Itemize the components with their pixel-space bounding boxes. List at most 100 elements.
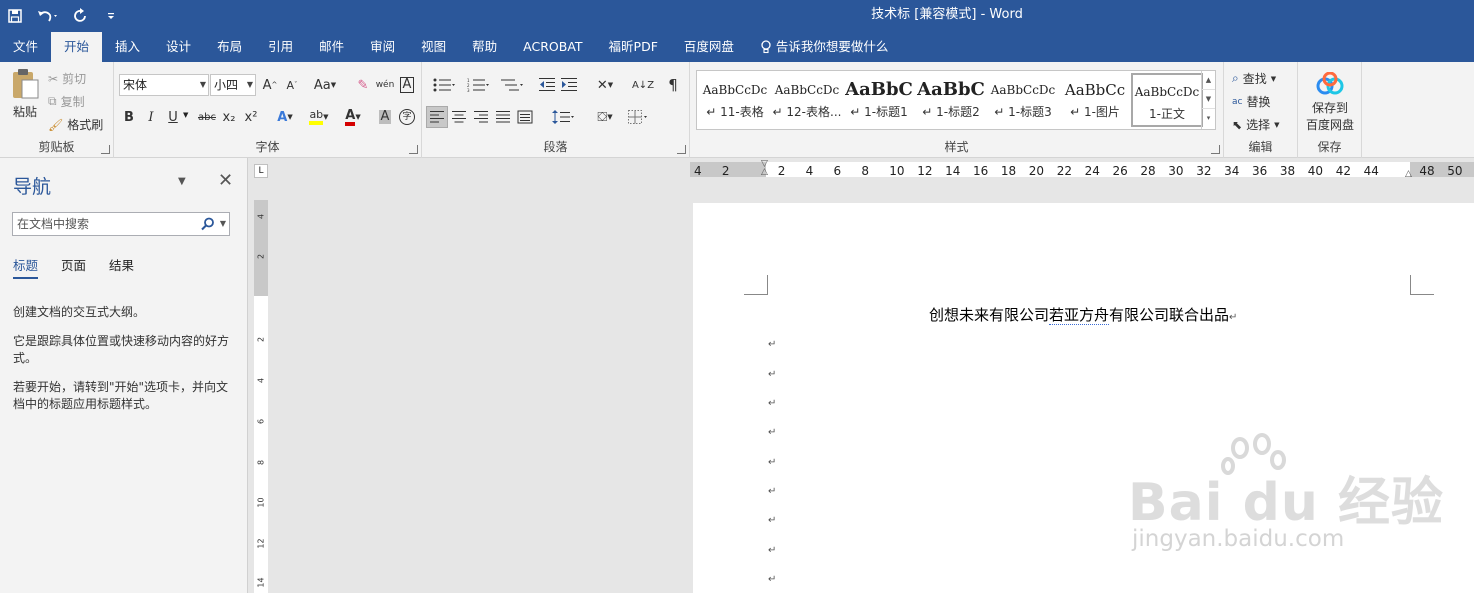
phonetic-guide-button[interactable]: wén <box>374 74 396 96</box>
copy-button[interactable]: ⧉ 复制 <box>48 93 85 110</box>
underline-dropdown-icon[interactable]: ▼ <box>183 111 188 119</box>
change-case-button[interactable]: Aa ▼ <box>310 74 340 96</box>
clear-formatting-button[interactable]: ✎ <box>352 74 374 96</box>
style-preview: AaBbCcDc <box>702 83 768 97</box>
doc-title-part-a: 创想未来有限公司 <box>929 306 1050 324</box>
tab-mailings[interactable]: 邮件 <box>306 32 357 62</box>
chevron-down-icon[interactable]: ▼ <box>220 213 226 235</box>
ruler-number: 28 <box>1140 164 1156 178</box>
style-heading-2[interactable]: AaBbC ↵ 1-标题2 <box>915 73 987 127</box>
tab-references[interactable]: 引用 <box>255 32 306 62</box>
character-shading-button[interactable]: A <box>374 106 396 128</box>
tab-baidu-netdisk[interactable]: 百度网盘 <box>671 32 747 62</box>
align-center-button[interactable] <box>448 106 470 128</box>
tab-design[interactable]: 设计 <box>153 32 204 62</box>
styles-launcher-icon[interactable] <box>1211 145 1220 154</box>
align-left-button[interactable] <box>426 106 448 128</box>
indent-marker-icon[interactable]: ▽ △ <box>761 160 768 177</box>
subscript-icon: x₂ <box>222 109 236 125</box>
ruler-number: 14 <box>256 577 266 588</box>
save-to-baidu-button[interactable]: 保存到 百度网盘 <box>1302 71 1358 133</box>
select-button[interactable]: ⬉ 选择 ▼ <box>1232 116 1279 133</box>
ruler-number: 8 <box>861 164 870 178</box>
style-12-table[interactable]: AaBbCcDc ↵ 12-表格... <box>771 73 843 127</box>
superscript-button[interactable]: x² <box>240 106 262 128</box>
format-painter-button[interactable]: 🖌 格式刷 <box>48 116 103 133</box>
paragraph-mark: ↵ <box>768 486 777 497</box>
enclose-characters-button[interactable]: 字 <box>396 106 418 128</box>
nav-options-chevron-icon[interactable]: ▼ <box>178 176 186 187</box>
clipboard-launcher-icon[interactable] <box>101 145 110 154</box>
tab-home[interactable]: 开始 <box>51 32 103 62</box>
multilevel-list-button[interactable] <box>496 74 528 96</box>
tab-selector[interactable]: L <box>254 164 268 178</box>
shading-button[interactable]: ⛋ ▼ <box>590 106 620 128</box>
tab-view[interactable]: 视图 <box>408 32 459 62</box>
bold-button[interactable]: B <box>118 106 140 128</box>
tab-file[interactable]: 文件 <box>0 32 51 62</box>
paste-button[interactable]: 粘贴 <box>8 68 42 124</box>
document-title-line[interactable]: 创想未来有限公司若亚方舟有限公司联合出品↵ <box>929 304 1237 325</box>
sort-button[interactable]: A↓Z <box>632 74 654 96</box>
font-launcher-icon[interactable] <box>409 145 418 154</box>
align-right-button[interactable] <box>470 106 492 128</box>
style-name: ↵ 11-表格 <box>706 105 764 119</box>
nav-search-input[interactable]: 在文档中搜索 ▼ <box>12 212 230 236</box>
change-case-icon: Aa <box>313 77 331 93</box>
gallery-up-icon[interactable]: ▲ <box>1202 71 1215 90</box>
highlight-button[interactable]: ab ▼ <box>304 106 334 128</box>
style-body-text[interactable]: AaBbCcDc 1-正文 <box>1130 72 1204 128</box>
tab-review[interactable]: 审阅 <box>357 32 408 62</box>
decrease-indent-button[interactable] <box>536 74 558 96</box>
line-spacing-button[interactable] <box>548 106 578 128</box>
style-picture[interactable]: AaBbCc ↵ 1-图片 <box>1059 73 1131 127</box>
strikethrough-button[interactable]: abc <box>196 106 218 128</box>
nav-search-placeholder: 在文档中搜索 <box>17 217 90 231</box>
tab-insert[interactable]: 插入 <box>102 32 153 62</box>
increase-indent-button[interactable] <box>558 74 580 96</box>
cut-button[interactable]: ✂ 剪切 <box>48 70 86 87</box>
nav-tab-pages[interactable]: 页面 <box>61 255 86 279</box>
distributed-button[interactable] <box>514 106 536 128</box>
nav-tab-headings[interactable]: 标题 <box>13 255 39 279</box>
vertical-ruler[interactable]: 4 2 2 4 6 8 10 12 14 <box>254 200 268 593</box>
asian-layout-button[interactable]: ✕ ▼ <box>590 74 620 96</box>
style-heading-1[interactable]: AaBbC ↵ 1-标题1 <box>843 73 915 127</box>
close-icon[interactable]: ✕ <box>218 170 233 191</box>
show-marks-button[interactable]: ¶ <box>662 74 684 96</box>
text-effects-button[interactable]: A ▼ <box>274 106 296 128</box>
numbering-button[interactable]: 123 <box>462 74 494 96</box>
tab-layout[interactable]: 布局 <box>204 32 255 62</box>
search-icon[interactable] <box>201 213 215 238</box>
grow-font-button[interactable]: A ^ <box>259 74 281 96</box>
subscript-button[interactable]: x₂ <box>218 106 240 128</box>
shrink-font-button[interactable]: Aˇ <box>281 74 303 96</box>
style-heading-3[interactable]: AaBbCcDc ↵ 1-标题3 <box>987 73 1059 127</box>
font-name-combo[interactable]: 宋体 ▼ <box>119 74 209 96</box>
gallery-down-icon[interactable]: ▼ <box>1202 90 1215 109</box>
shrink-font-icon: A <box>286 78 295 92</box>
ruler-number: 16 <box>973 164 989 178</box>
gallery-more-icon[interactable]: ▾ <box>1202 109 1215 128</box>
paragraph-launcher-icon[interactable] <box>677 145 686 154</box>
nav-help-p1: 创建文档的交互式大纲。 <box>13 305 146 319</box>
tab-foxit-pdf[interactable]: 福昕PDF <box>596 32 671 62</box>
find-button[interactable]: ⌕ 查找 ▼ <box>1232 70 1276 87</box>
underline-button[interactable]: U <box>162 106 184 128</box>
replace-button[interactable]: ac 替换 <box>1232 93 1270 110</box>
character-border-button[interactable]: A <box>396 74 418 96</box>
italic-button[interactable]: I <box>140 106 162 128</box>
font-color-button[interactable]: A ▼ <box>338 106 368 128</box>
justify-button[interactable] <box>492 106 514 128</box>
bullets-button[interactable] <box>428 74 460 96</box>
nav-tabs: 标题 页面 结果 <box>13 255 134 279</box>
tell-me-box[interactable]: 告诉我你想要做什么 <box>747 32 902 62</box>
borders-button[interactable] <box>624 106 654 128</box>
style-11-table[interactable]: AaBbCcDc ↵ 11-表格 <box>699 73 771 127</box>
tab-acrobat[interactable]: ACROBAT <box>510 32 595 62</box>
nav-tab-results[interactable]: 结果 <box>109 255 134 279</box>
ruler-number: 4 <box>256 377 266 384</box>
right-indent-marker-icon[interactable]: △ <box>1405 169 1412 179</box>
font-size-combo[interactable]: 小四 ▼ <box>210 74 256 96</box>
tab-help[interactable]: 帮助 <box>459 32 510 62</box>
